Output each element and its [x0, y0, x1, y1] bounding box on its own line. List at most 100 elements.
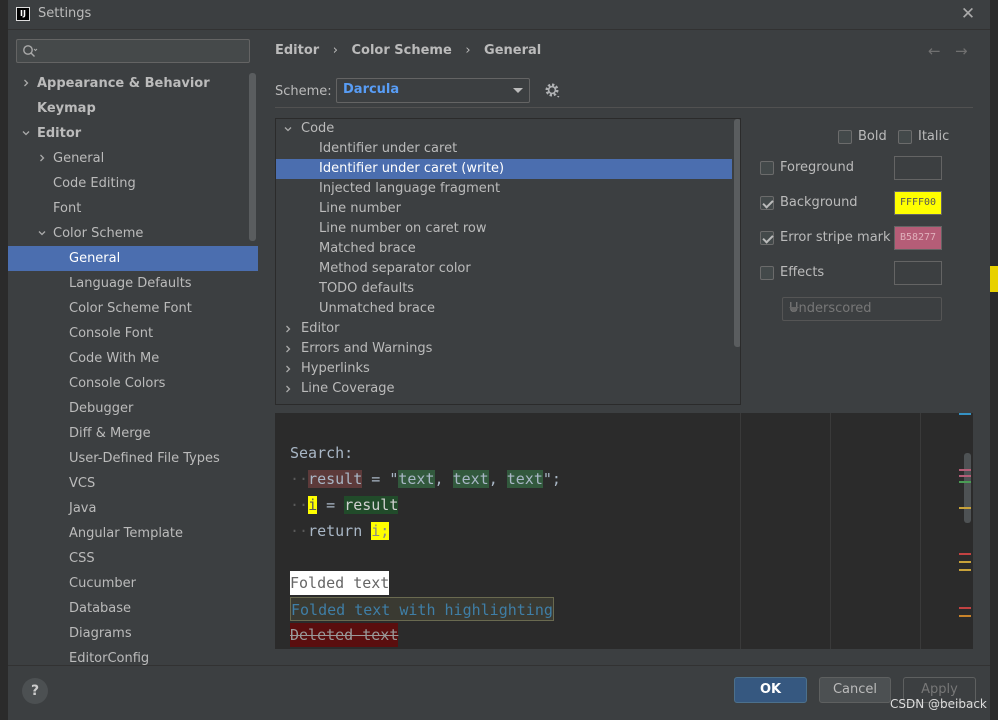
background-checkbox[interactable] [760, 196, 774, 210]
sidebar-item[interactable]: Java [8, 496, 258, 521]
sidebar-item[interactable]: EditorConfig [8, 646, 258, 665]
effects-color-swatch[interactable] [894, 261, 942, 285]
window-title: Settings [38, 6, 92, 21]
options-tree-item[interactable]: Line Coverage [276, 379, 740, 399]
options-tree-item-partial [276, 399, 740, 404]
gear-icon[interactable] [544, 82, 562, 100]
error-stripe-mark [959, 561, 971, 563]
effects-label: Effects [780, 265, 825, 280]
close-icon[interactable]: ✕ [958, 3, 978, 25]
options-tree-item[interactable]: Matched brace [276, 239, 740, 259]
options-tree-item[interactable]: Unmatched brace [276, 299, 740, 319]
sidebar-item[interactable]: Diff & Merge [8, 421, 258, 446]
sidebar-item-label: Database [69, 601, 132, 616]
options-tree-item[interactable]: Line number on caret row [276, 219, 740, 239]
back-arrow-icon[interactable]: ← [928, 42, 941, 60]
settings-search-input[interactable] [16, 39, 250, 63]
sidebar-item[interactable]: Appearance & Behavior [8, 71, 258, 96]
sidebar-item[interactable]: Debugger [8, 396, 258, 421]
chevron-down-icon[interactable] [284, 125, 292, 133]
options-tree-item[interactable]: Injected language fragment [276, 179, 740, 199]
options-tree-label: Line Coverage [301, 381, 395, 396]
options-tree-item[interactable]: TODO defaults [276, 279, 740, 299]
sidebar-item[interactable]: Angular Template [8, 521, 258, 546]
sidebar-item[interactable]: Language Defaults [8, 271, 258, 296]
options-tree-item[interactable]: Errors and Warnings [276, 339, 740, 359]
preview-code-text: , [488, 470, 507, 488]
right-margin-guide [920, 413, 921, 649]
sidebar-item[interactable]: Diagrams [8, 621, 258, 646]
sidebar-item[interactable]: Color Scheme [8, 221, 258, 246]
preview-search-result: text [452, 470, 489, 488]
right-margin-guide [830, 413, 831, 649]
options-tree-item[interactable]: Code [276, 119, 740, 139]
sidebar-item-label: Keymap [37, 101, 96, 116]
chevron-down-icon [789, 307, 799, 312]
options-tree-label: Errors and Warnings [301, 341, 433, 356]
preview-identifier-write: i [308, 496, 318, 514]
sidebar-item[interactable]: Console Font [8, 321, 258, 346]
sidebar-item[interactable]: Code Editing [8, 171, 258, 196]
breadcrumb-editor[interactable]: Editor [275, 43, 319, 58]
preview-scrollbar[interactable] [964, 453, 971, 523]
cancel-button[interactable]: Cancel [819, 677, 891, 703]
preview-code-text: return [308, 522, 372, 540]
scheme-dropdown[interactable]: Darcula [336, 78, 530, 103]
preview-line-2: ··i = result [290, 496, 399, 514]
chevron-right-icon[interactable] [284, 345, 292, 353]
breadcrumb-color-scheme[interactable]: Color Scheme [351, 43, 451, 58]
breadcrumb: Editor › Color Scheme › General [275, 43, 541, 58]
options-tree-item[interactable]: Editor [276, 319, 740, 339]
sidebar-item[interactable]: Editor [8, 121, 258, 146]
background-color-swatch[interactable]: FFFF00 [894, 191, 942, 215]
preview-folded-highlight: Folded text with highlighting [290, 597, 554, 621]
error-stripe-mark [959, 481, 971, 483]
sidebar-item[interactable]: Font [8, 196, 258, 221]
background-label: Background [780, 195, 858, 210]
separator [275, 107, 973, 108]
sidebar-item[interactable]: Color Scheme Font [8, 296, 258, 321]
chevron-right-icon[interactable] [284, 365, 292, 373]
sidebar-item[interactable]: VCS [8, 471, 258, 496]
effects-checkbox[interactable] [760, 266, 774, 280]
bold-checkbox[interactable] [838, 130, 852, 144]
chevron-down-icon[interactable] [38, 229, 46, 237]
sidebar-item[interactable]: Code With Me [8, 346, 258, 371]
options-tree-item[interactable]: Identifier under caret (write) [276, 159, 732, 179]
preview-code-text: "; [542, 470, 561, 488]
chevron-right-icon[interactable] [284, 385, 292, 393]
chevron-right-icon[interactable] [38, 154, 46, 162]
sidebar-item[interactable]: Console Colors [8, 371, 258, 396]
sidebar-item[interactable]: Cucumber [8, 571, 258, 596]
sidebar-scrollbar[interactable] [249, 73, 256, 241]
forward-arrow-icon[interactable]: → [955, 42, 968, 60]
sidebar-item[interactable]: General [8, 146, 258, 171]
sidebar-item[interactable]: Database [8, 596, 258, 621]
sidebar-item[interactable]: Keymap [8, 96, 258, 121]
chevron-right-icon[interactable] [284, 325, 292, 333]
chevron-right-icon[interactable] [22, 79, 30, 87]
italic-checkbox[interactable] [898, 130, 912, 144]
color-preview-editor[interactable]: Search: ··result = "text, text, text"; ·… [275, 413, 973, 649]
options-tree-item[interactable]: Line number [276, 199, 740, 219]
sidebar-item[interactable]: CSS [8, 546, 258, 571]
options-tree-item[interactable]: Identifier under caret [276, 139, 740, 159]
settings-dialog: IJ Settings ✕ Appearance & Behavior Keyma… [0, 0, 998, 720]
chevron-down-icon[interactable] [22, 129, 30, 137]
ok-button[interactable]: OK [734, 677, 807, 703]
effect-type-dropdown[interactable]: Underscored [782, 297, 942, 321]
foreground-checkbox[interactable] [760, 161, 774, 175]
breadcrumb-general: General [484, 43, 542, 58]
sidebar-item[interactable]: User-Defined File Types [8, 446, 258, 471]
error-stripe-color-swatch[interactable]: B58277 [894, 226, 942, 250]
sidebar-item[interactable]: General [8, 246, 258, 271]
sidebar-item-label: Console Font [69, 326, 154, 341]
options-tree-item[interactable]: Method separator color [276, 259, 740, 279]
options-tree-scrollbar[interactable] [734, 119, 740, 347]
right-margin-guide [740, 413, 741, 649]
intellij-app-icon: IJ [16, 7, 30, 21]
options-tree-item[interactable]: Hyperlinks [276, 359, 740, 379]
foreground-color-swatch[interactable] [894, 156, 942, 180]
help-icon[interactable]: ? [22, 678, 48, 704]
error-stripe-checkbox[interactable] [760, 231, 774, 245]
